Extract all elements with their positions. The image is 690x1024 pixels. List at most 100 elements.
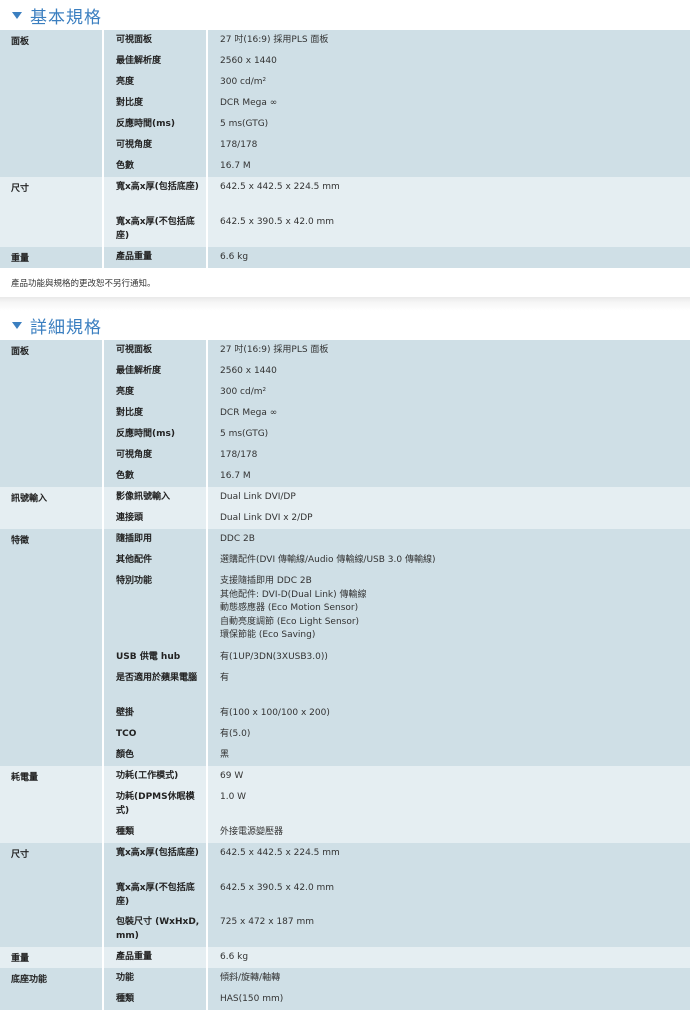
basic-spec-header[interactable]: 基本規格	[0, 0, 690, 30]
spec-name: 連接頭	[104, 508, 208, 529]
spec-group: 特徵 隨插即用 DDC 2B 其他配件 選購配件(DVI 傳輸線/Audio 傳輸線…	[0, 529, 690, 766]
spec-row: 隨插即用 DDC 2B	[104, 529, 690, 550]
spec-row: 可視角度 178/178	[104, 445, 690, 466]
spec-value: DCR Mega ∞	[220, 408, 278, 418]
spec-name: 壁掛	[104, 703, 208, 724]
spec-row: 種類 外接電源變壓器	[104, 822, 690, 843]
spec-group: 耗電量 功耗(工作模式) 69 W 功耗(DPMS休眠模式) 1.0 W 種類 外接電…	[0, 766, 690, 843]
basic-spec-table: 面板 可視面板 27 吋(16:9) 採用PLS 面板 最佳解析度 2560 x 1…	[0, 30, 690, 268]
spec-value: 300 cd/m²	[220, 77, 267, 87]
group-label: 面板	[0, 30, 104, 177]
spec-name: 顏色	[104, 745, 208, 766]
spec-row: 最佳解析度 2560 x 1440	[104, 51, 690, 72]
spec-name: 對比度	[104, 93, 208, 114]
spec-value: 2560 x 1440	[220, 56, 277, 66]
spec-row: 可視角度 178/178	[104, 135, 690, 156]
group-label: 面板	[0, 340, 104, 487]
spec-value: DCR Mega ∞	[220, 98, 278, 108]
spec-value: 6.6 kg	[220, 252, 249, 262]
spec-value: 642.5 x 442.5 x 224.5 mm	[220, 182, 340, 192]
spec-row: 寬x高x厚(包括底座) 642.5 x 442.5 x 224.5 mm	[104, 843, 690, 878]
spec-row: 亮度 300 cd/m²	[104, 382, 690, 403]
spec-row: 顏色 黑	[104, 745, 690, 766]
spec-value: Dual Link DVI/DP	[220, 492, 296, 502]
spec-row: 功耗(DPMS休眠模式) 1.0 W	[104, 787, 690, 822]
spec-name: 寬x高x厚(包括底座)	[104, 177, 208, 212]
spec-value: Dual Link DVI x 2/DP	[220, 513, 313, 523]
spec-row: 功耗(工作模式) 69 W	[104, 766, 690, 787]
spec-value: 支援隨插即用 DDC 2B 其他配件: DVI-D(Dual Link) 傳輸線…	[220, 576, 367, 641]
spec-name: 可視角度	[104, 135, 208, 156]
spec-name: 反應時間(ms)	[104, 424, 208, 445]
spec-value: DDC 2B	[220, 534, 255, 544]
spec-value: 6.6 kg	[220, 952, 249, 962]
spec-name: 色數	[104, 156, 208, 177]
spec-value: 2560 x 1440	[220, 366, 277, 376]
spec-row: 影像訊號輸入 Dual Link DVI/DP	[104, 487, 690, 508]
spec-name: TCO	[104, 724, 208, 745]
spec-row: 最佳解析度 2560 x 1440	[104, 361, 690, 382]
spec-value: 5 ms(GTG)	[220, 429, 269, 439]
detail-spec-header[interactable]: 詳細規格	[0, 311, 690, 340]
spec-value: 16.7 M	[220, 161, 251, 171]
spec-name: 寬x高x厚(包括底座)	[104, 843, 208, 878]
spec-value: 69 W	[220, 771, 244, 781]
spec-name: 是否適用於蘋果電腦	[104, 668, 208, 703]
spec-name: 特別功能	[104, 571, 208, 647]
collapse-triangle-icon[interactable]	[12, 11, 22, 19]
spec-name: 對比度	[104, 403, 208, 424]
spec-row: 色數 16.7 M	[104, 156, 690, 177]
spec-row: 反應時間(ms) 5 ms(GTG)	[104, 114, 690, 135]
spec-value: 27 吋(16:9) 採用PLS 面板	[220, 345, 329, 355]
spec-value: 1.0 W	[220, 792, 247, 802]
spec-row: 特別功能 支援隨插即用 DDC 2B 其他配件: DVI-D(Dual Link)…	[104, 571, 690, 647]
spec-value: 300 cd/m²	[220, 387, 267, 397]
spec-name: 其他配件	[104, 550, 208, 571]
spec-value: 傾斜/旋轉/軸轉	[220, 973, 281, 983]
spec-name: 功能	[104, 968, 208, 989]
spec-row: 可視面板 27 吋(16:9) 採用PLS 面板	[104, 340, 690, 361]
spec-value: HAS(150 mm)	[220, 994, 284, 1004]
spec-row: 其他配件 選購配件(DVI 傳輸線/Audio 傳輸線/USB 3.0 傳輸線)	[104, 550, 690, 571]
spec-name: 功耗(工作模式)	[104, 766, 208, 787]
spec-row: 壁掛 有(100 x 100/100 x 200)	[104, 703, 690, 724]
spec-row: 對比度 DCR Mega ∞	[104, 93, 690, 114]
spec-name: 產品重量	[104, 947, 208, 968]
basic-spec-section: 基本規格 面板 可視面板 27 吋(16:9) 採用PLS 面板 最佳解析度 256…	[0, 0, 690, 297]
spec-value: 有(100 x 100/100 x 200)	[220, 708, 330, 718]
spec-name: 種類	[104, 822, 208, 843]
spec-name: 可視面板	[104, 340, 208, 361]
spec-value: 有	[220, 673, 230, 683]
spec-name: 色數	[104, 466, 208, 487]
spec-name: 亮度	[104, 382, 208, 403]
spec-row: 連接頭 Dual Link DVI x 2/DP	[104, 508, 690, 529]
spec-name: 影像訊號輸入	[104, 487, 208, 508]
group-label: 重量	[0, 947, 104, 968]
spec-row: 色數 16.7 M	[104, 466, 690, 487]
spec-name: 寬x高x厚(不包括底座)	[104, 878, 208, 912]
collapse-triangle-icon[interactable]	[12, 322, 22, 329]
spec-name: USB 供電 hub	[104, 647, 208, 668]
spec-group: 面板 可視面板 27 吋(16:9) 採用PLS 面板 最佳解析度 2560 x 1…	[0, 340, 690, 487]
section-title: 詳細規格	[30, 318, 102, 338]
spec-name: 包裝尺寸 (WxHxD, mm)	[104, 912, 208, 947]
spec-value: 725 x 472 x 187 mm	[220, 917, 315, 927]
spec-row: 對比度 DCR Mega ∞	[104, 403, 690, 424]
spec-value: 5 ms(GTG)	[220, 119, 269, 129]
spec-value: 選購配件(DVI 傳輸線/Audio 傳輸線/USB 3.0 傳輸線)	[220, 555, 436, 565]
spec-row: USB 供電 hub 有(1UP/3DN(3XUSB3.0))	[104, 647, 690, 668]
spec-name: 可視面板	[104, 30, 208, 51]
spec-row: 功能 傾斜/旋轉/軸轉	[104, 968, 690, 989]
spec-value: 642.5 x 442.5 x 224.5 mm	[220, 848, 340, 858]
detail-spec-table: 面板 可視面板 27 吋(16:9) 採用PLS 面板 最佳解析度 2560 x 1…	[0, 340, 690, 1010]
spec-group: 重量 產品重量 6.6 kg	[0, 247, 690, 268]
spec-name: 最佳解析度	[104, 361, 208, 382]
spec-group: 底座功能 功能 傾斜/旋轉/軸轉 種類 HAS(150 mm)	[0, 968, 690, 1010]
spec-value: 178/178	[220, 140, 258, 150]
spec-row: 是否適用於蘋果電腦 有	[104, 668, 690, 703]
spec-value: 有(1UP/3DN(3XUSB3.0))	[220, 652, 328, 662]
spec-row: 包裝尺寸 (WxHxD, mm) 725 x 472 x 187 mm	[104, 912, 690, 947]
spec-name: 隨插即用	[104, 529, 208, 550]
spec-group: 重量 產品重量 6.6 kg	[0, 947, 690, 968]
group-label: 底座功能	[0, 968, 104, 1010]
